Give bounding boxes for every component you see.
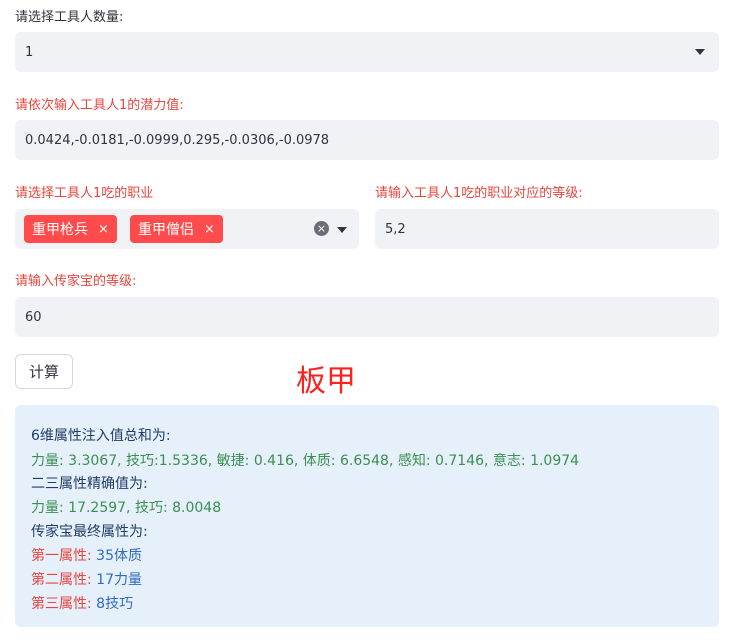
heirloom-level-input[interactable]: 60 [15, 297, 719, 337]
attr-value: 17力量 [96, 572, 142, 588]
attr-value: 8技巧 [96, 596, 134, 612]
result-panel: 6维属性注入值总和为: 力量: 3.3067, 技巧:1.5336, 敏捷: 0… [15, 405, 719, 627]
count-label: 请选择工具人数量: [15, 10, 124, 25]
result-line-precise-values: 力量: 17.2597, 技巧: 8.0048 [31, 500, 222, 516]
tag-heavy-lancer[interactable]: 重甲枪兵 × [24, 215, 117, 243]
remove-tag-icon[interactable]: × [204, 222, 215, 237]
profession-level-input[interactable]: 5,2 [375, 209, 719, 249]
result-line-precise-title: 二三属性精确值为: [31, 476, 148, 492]
attr-row-2: 第二属性: 17力量 [31, 569, 142, 589]
count-select-value: 1 [25, 44, 34, 60]
count-select[interactable]: 1 [15, 32, 719, 72]
result-line-final-title: 传家宝最终属性为: [31, 524, 148, 540]
potential-input[interactable]: 0.0424,-0.0181,-0.0999,0.295,-0.0306,-0.… [15, 120, 719, 160]
armor-type-text: 板甲 [296, 364, 356, 399]
result-line-sum-title: 6维属性注入值总和为: [31, 428, 171, 444]
attr-row-3: 第三属性: 8技巧 [31, 593, 133, 613]
heirloom-level-value: 60 [25, 309, 42, 325]
attr-row-1: 第一属性: 35体质 [31, 545, 142, 565]
result-line-sum-values: 力量: 3.3067, 技巧:1.5336, 敏捷: 0.416, 体质: 6.… [31, 453, 580, 469]
chevron-down-icon[interactable] [695, 49, 705, 55]
potential-input-value: 0.0424,-0.0181,-0.0999,0.295,-0.0306,-0.… [25, 132, 330, 148]
profession-level-label: 请输入工具人1吃的职业对应的等级: [375, 186, 583, 201]
potential-label: 请依次输入工具人1的潜力值: [15, 98, 184, 113]
remove-tag-icon[interactable]: × [98, 222, 109, 237]
profession-label: 请选择工具人1吃的职业 [15, 186, 154, 201]
heirloom-level-label: 请输入传家宝的等级: [15, 274, 137, 289]
profession-level-value: 5,2 [385, 221, 406, 237]
attr-label: 第二属性: [31, 572, 92, 588]
tag-label: 重甲枪兵 [32, 222, 88, 238]
chevron-down-icon[interactable] [337, 227, 347, 233]
attr-value: 35体质 [96, 548, 142, 564]
attr-label: 第三属性: [31, 596, 92, 612]
tag-label: 重甲僧侣 [138, 222, 194, 238]
compute-button[interactable]: 计算 [15, 354, 73, 389]
tag-heavy-monk[interactable]: 重甲僧侣 × [130, 215, 223, 243]
attr-label: 第一属性: [31, 548, 92, 564]
clear-all-icon[interactable]: × [314, 221, 329, 236]
